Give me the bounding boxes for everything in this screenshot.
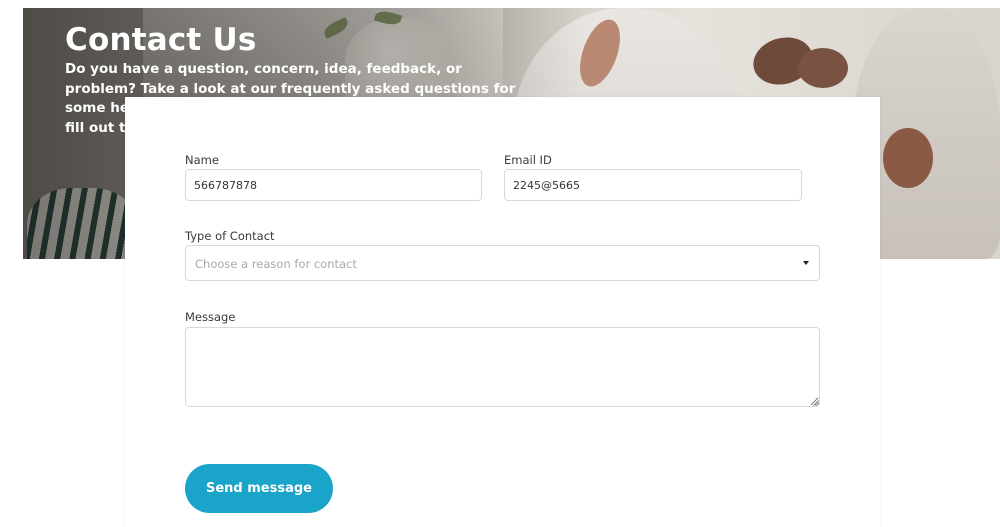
- hero-hand-image: [798, 48, 848, 88]
- name-label: Name: [185, 153, 219, 167]
- caret-down-icon: [803, 261, 809, 265]
- email-label: Email ID: [504, 153, 552, 167]
- contact-type-label: Type of Contact: [185, 229, 275, 243]
- message-textarea[interactable]: [185, 327, 820, 407]
- name-input[interactable]: [185, 169, 482, 201]
- contact-page: Contact Us Do you have a question, conce…: [0, 0, 1000, 527]
- message-label: Message: [185, 310, 236, 324]
- page-title: Contact Us: [65, 22, 257, 58]
- contact-type-placeholder: Choose a reason for contact: [195, 257, 357, 271]
- resize-grip-icon[interactable]: [813, 400, 819, 406]
- email-input[interactable]: [504, 169, 802, 201]
- contact-form-card: Name Email ID Type of Contact Choose a r…: [125, 97, 880, 527]
- hero-hand-image: [883, 128, 933, 188]
- contact-type-select[interactable]: Choose a reason for contact: [185, 245, 820, 281]
- send-message-button[interactable]: Send message: [185, 464, 333, 513]
